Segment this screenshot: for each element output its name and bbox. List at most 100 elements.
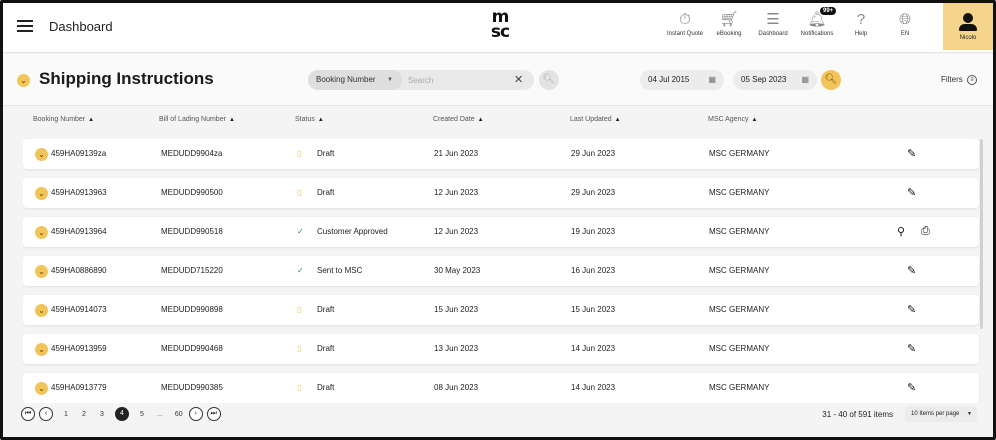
- status-cell: ▯ Draft: [297, 149, 334, 158]
- logo-line-2: sc: [490, 22, 510, 42]
- edit-icon[interactable]: ✎: [907, 264, 916, 277]
- chevron-down-icon[interactable]: ⌄: [35, 382, 48, 395]
- globe-icon: 🌐︎: [898, 11, 911, 28]
- print-icon[interactable]: ⎙: [921, 225, 930, 238]
- created-date: 30 May 2023: [434, 266, 481, 275]
- chevron-down-icon[interactable]: ⌄: [35, 148, 48, 161]
- chevron-down-icon[interactable]: ⌄: [35, 226, 48, 239]
- draft-doc-icon: ▯: [297, 149, 302, 158]
- user-menu[interactable]: Nicolo: [943, 3, 993, 50]
- status-cell: ▯ Draft: [297, 383, 334, 392]
- nav-language[interactable]: 🌐︎ EN: [883, 9, 927, 47]
- created-date: 13 Jun 2023: [434, 344, 479, 353]
- edit-icon[interactable]: ✎: [907, 186, 916, 199]
- col-header-last-updated[interactable]: Last Updated ▲: [570, 116, 621, 123]
- last-page-icon[interactable]: ⏭: [206, 407, 221, 421]
- created-date: 08 Jun 2023: [434, 383, 479, 392]
- booking-number[interactable]: 459HA0886890: [51, 266, 107, 275]
- menu-icon[interactable]: [17, 20, 33, 32]
- pagination: ⏮ ‹ 1 2 3 4 5 ... 60 › ⏭: [21, 406, 225, 422]
- booking-number[interactable]: 459HA0913959: [51, 344, 107, 353]
- msc-logo[interactable]: m sc: [486, 9, 514, 44]
- msc-agency: MSC GERMANY: [709, 149, 770, 158]
- edit-icon[interactable]: ✎: [907, 342, 916, 355]
- prev-page-icon[interactable]: ‹: [39, 407, 53, 421]
- search-group: Booking Number ▼ ✕: [308, 70, 534, 90]
- date-from-field[interactable]: 04 Jul 2015 ▦: [640, 70, 724, 90]
- caret-down-icon: ▼: [967, 411, 972, 417]
- edit-icon[interactable]: ✎: [907, 303, 916, 316]
- status-cell: ▯ Draft: [297, 188, 334, 197]
- chevron-down-icon[interactable]: ⌄: [17, 74, 30, 87]
- table-row[interactable]: ⌄ 459HA0914073 MEDUDD990898 ▯ Draft 15 Ju…: [23, 295, 979, 325]
- page-5[interactable]: 5: [139, 411, 145, 418]
- nav-label: Instant Quote: [666, 31, 704, 37]
- nav-instant-quote[interactable]: ⏱ Instant Quote: [663, 9, 707, 47]
- table-row[interactable]: ⌄ 459HA0886890 MEDUDD715220 ✓ Sent to MSC…: [23, 256, 979, 286]
- close-icon[interactable]: ✕: [514, 73, 523, 86]
- col-label: Created Date: [433, 116, 475, 123]
- table-row[interactable]: ⌄ 459HA0913964 MEDUDD990518 ✓ Customer Ap…: [23, 217, 979, 247]
- last-updated: 29 Jun 2023: [571, 188, 616, 197]
- created-date: 12 Jun 2023: [434, 227, 479, 236]
- draft-doc-icon: ▯: [297, 344, 302, 353]
- created-date: 21 Jun 2023: [434, 149, 479, 158]
- page-3[interactable]: 3: [99, 411, 105, 418]
- next-page-icon[interactable]: ›: [188, 407, 203, 421]
- date-to-field[interactable]: 05 Sep 2023 ▦: [733, 70, 817, 90]
- sort-up-icon: ▲: [228, 117, 235, 123]
- page-4-current[interactable]: 4: [115, 407, 129, 421]
- chevron-down-icon[interactable]: ⌄: [35, 187, 48, 200]
- last-updated: 19 Jun 2023: [571, 227, 616, 236]
- table-body: ⌄ 459HA09139za MEDUDD9904za ▯ Draft 21 Ju…: [23, 139, 981, 403]
- table-header: Booking Number ▲ Bill of Lading Number ▲ S…: [3, 111, 993, 131]
- booking-number[interactable]: 459HA0913964: [51, 227, 107, 236]
- edit-icon[interactable]: ✎: [907, 381, 916, 394]
- magnifier-icon[interactable]: ⚲: [897, 225, 905, 238]
- filter-icon: ≡: [967, 75, 977, 85]
- scrollbar[interactable]: [980, 139, 983, 329]
- chevron-down-icon[interactable]: ⌄: [35, 265, 48, 278]
- page-1[interactable]: 1: [63, 411, 69, 418]
- table-row[interactable]: ⌄ 459HA09139za MEDUDD9904za ▯ Draft 21 Ju…: [23, 139, 979, 169]
- date-search-button[interactable]: 🔍︎: [821, 70, 841, 90]
- chevron-down-icon[interactable]: ⌄: [35, 343, 48, 356]
- nav-dashboard[interactable]: ☰ Dashboard: [751, 9, 795, 47]
- status-text: Draft: [317, 149, 335, 158]
- col-header-msc-agency[interactable]: MSC Agency ▲: [708, 116, 757, 123]
- nav-label: Notifications: [800, 31, 834, 37]
- nav-help[interactable]: ? Help: [839, 9, 883, 47]
- nav-ebooking[interactable]: 🛒︎ eBooking: [707, 9, 751, 47]
- draft-doc-icon: ▯: [297, 383, 302, 392]
- col-header-status[interactable]: Status ▲: [295, 116, 324, 123]
- first-page-icon[interactable]: ⏮: [21, 407, 35, 421]
- per-page-select[interactable]: 10 Items per page ▼: [905, 406, 977, 422]
- col-header-created-date[interactable]: Created Date ▲: [433, 116, 484, 123]
- chevron-down-icon[interactable]: ⌄: [35, 304, 48, 317]
- search-input[interactable]: [408, 70, 508, 90]
- booking-number[interactable]: 459HA0914073: [51, 305, 107, 314]
- nav-notifications[interactable]: 🔔︎ 99+ Notifications: [795, 7, 839, 47]
- bol-number: MEDUDD990468: [161, 344, 223, 353]
- bol-number: MEDUDD990898: [161, 305, 223, 314]
- table-row[interactable]: ⌄ 459HA0913959 MEDUDD990468 ▯ Draft 13 Ju…: [23, 334, 979, 364]
- filters-button[interactable]: Filters ≡: [941, 75, 977, 85]
- status-text: Draft: [317, 344, 335, 353]
- col-label: Last Updated: [570, 116, 612, 123]
- page-2[interactable]: 2: [81, 411, 87, 418]
- booking-number[interactable]: 459HA0913779: [51, 383, 107, 392]
- search-button[interactable]: 🔍︎: [539, 70, 559, 90]
- per-page-value: 10 Items per page: [911, 411, 960, 417]
- page-last[interactable]: 60: [175, 411, 183, 418]
- col-header-booking-number[interactable]: Booking Number ▲: [33, 116, 94, 123]
- status-text: Draft: [317, 188, 335, 197]
- edit-icon[interactable]: ✎: [907, 147, 916, 160]
- booking-number[interactable]: 459HA09139za: [51, 149, 106, 158]
- col-header-bill-of-lading[interactable]: Bill of Lading Number ▲: [159, 116, 235, 123]
- table-row[interactable]: ⌄ 459HA0913779 MEDUDD990385 ▯ Draft 08 Ju…: [23, 373, 979, 403]
- booking-number[interactable]: 459HA0913963: [51, 188, 107, 197]
- col-label: Status: [295, 116, 315, 123]
- check-icon: ✓: [297, 227, 304, 236]
- search-type-select[interactable]: Booking Number ▼: [308, 70, 402, 90]
- table-row[interactable]: ⌄ 459HA0913963 MEDUDD990500 ▯ Draft 12 Ju…: [23, 178, 979, 208]
